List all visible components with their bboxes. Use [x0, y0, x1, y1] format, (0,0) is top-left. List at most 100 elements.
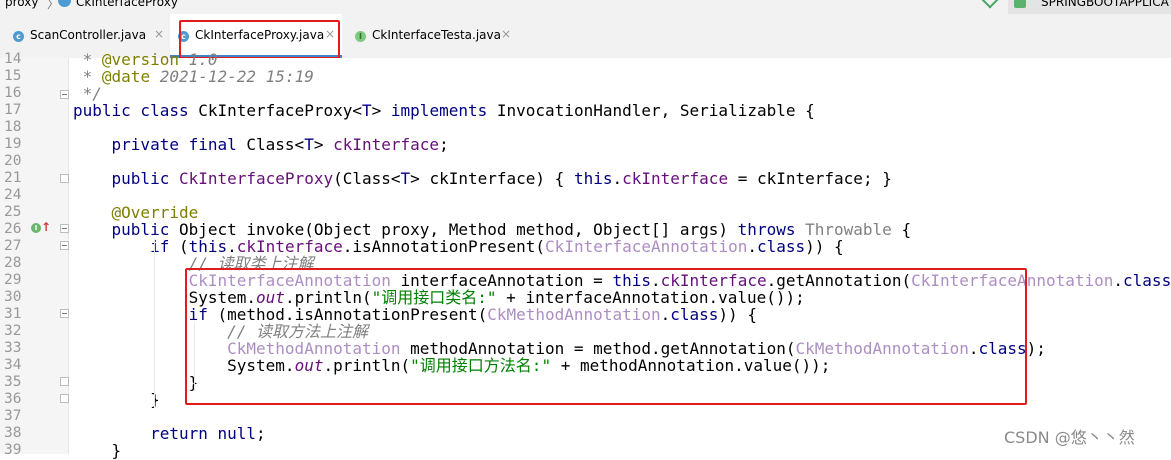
code-token: InvocationHandler, Serializable {: [496, 101, 815, 120]
code-token: )) {: [805, 237, 844, 256]
code-line[interactable]: }: [73, 391, 160, 408]
line-number: 37: [4, 408, 22, 424]
code-token: T: [362, 101, 372, 120]
fold-marker-icon[interactable]: [60, 394, 69, 403]
code-token: .: [747, 237, 757, 256]
code-token: > ckInterface) {: [410, 169, 574, 188]
code-token: }: [73, 441, 122, 460]
run-configuration-selector[interactable]: SPRINGBOOTAPPLICA: [1008, 0, 1171, 14]
code-token: = ckInterface; }: [728, 169, 892, 188]
code-token: T: [400, 169, 411, 188]
line-number: 28: [4, 255, 22, 271]
code-token: }: [73, 390, 160, 409]
line-number: 27: [4, 238, 22, 254]
code-token: public class: [73, 101, 199, 120]
code-token: public: [111, 169, 179, 188]
implements-marker-icon[interactable]: I: [31, 223, 41, 233]
line-number: 19: [4, 136, 22, 152]
line-number: 20: [4, 153, 22, 169]
code-token: CkInterfaceProxy: [178, 169, 334, 188]
code-line[interactable]: public class CkInterfaceProxy<T> impleme…: [73, 102, 815, 119]
line-number: 29: [4, 272, 22, 288]
watermark: CSDN @悠丶丶然: [1004, 428, 1135, 447]
tab-label: CkInterfaceTesta.java: [372, 28, 501, 42]
line-number: 21: [4, 170, 22, 186]
code-token: @date: [101, 67, 151, 86]
line-number: 15: [4, 68, 22, 84]
code-token: >: [371, 101, 391, 120]
line-number: 31: [4, 306, 22, 322]
code-line[interactable]: @Override: [73, 204, 199, 221]
tab-label: ScanController.java: [30, 28, 147, 42]
fold-marker-icon[interactable]: [60, 309, 69, 318]
code-line[interactable]: return null;: [73, 425, 266, 442]
code-token: class: [756, 237, 806, 256]
line-number: 34: [4, 357, 22, 373]
code-line[interactable]: * @date 2021-12-22 15:19: [73, 68, 314, 85]
code-line[interactable]: }: [73, 441, 122, 460]
code-token: );: [1026, 339, 1046, 358]
fold-marker-icon[interactable]: [60, 90, 69, 99]
code-token: .isAnnotationPresent(: [342, 237, 546, 256]
line-number: 33: [4, 340, 22, 356]
close-icon[interactable]: ×: [501, 27, 511, 41]
code-token: return null: [150, 424, 257, 443]
fold-marker-icon[interactable]: [60, 224, 69, 233]
git-update-icon[interactable]: [981, 0, 999, 9]
line-number: 18: [4, 119, 22, 135]
code-token: implements: [390, 101, 497, 120]
line-number: 26: [4, 221, 22, 237]
spring-boot-icon: [1014, 0, 1026, 8]
breadcrumb-package[interactable]: proxy: [5, 0, 38, 9]
override-arrow-icon[interactable]: ↑: [41, 220, 51, 234]
line-number: 25: [4, 204, 22, 220]
code-token: ckInterface: [622, 169, 729, 188]
code-token: {: [891, 220, 912, 239]
code-token: T: [304, 135, 314, 154]
code-highlight-box: [185, 268, 1027, 405]
code-token: >: [313, 135, 334, 154]
code-line[interactable]: if (this.ckInterface.isAnnotationPresent…: [73, 238, 844, 255]
code-line[interactable]: */: [73, 85, 102, 102]
code-token: .: [612, 169, 623, 188]
code-token: ckInterface: [333, 135, 440, 154]
indent-guide: [154, 238, 155, 408]
code-token: private final: [111, 135, 247, 154]
interface-icon: I: [355, 31, 366, 42]
code-token: CkInterfaceAnnotation: [545, 237, 748, 256]
line-number: 16: [4, 85, 22, 101]
line-number: 14: [4, 51, 22, 67]
line-number: 36: [4, 391, 22, 407]
close-icon[interactable]: ×: [154, 27, 164, 41]
line-number: 32: [4, 323, 22, 339]
code-token: Class<: [246, 135, 305, 154]
code-line[interactable]: }: [73, 374, 199, 391]
line-number: 35: [4, 374, 22, 390]
fold-marker-icon[interactable]: [60, 241, 69, 250]
fold-marker-icon[interactable]: [60, 377, 69, 386]
code-token: ;: [439, 135, 449, 154]
line-number: 17: [4, 102, 22, 118]
line-number: 30: [4, 289, 22, 305]
line-number: 24: [4, 187, 22, 203]
class-icon: [58, 0, 71, 7]
class-icon: c: [13, 31, 24, 42]
breadcrumb-class[interactable]: CkInterfaceProxy: [76, 0, 178, 9]
navigation-bar: proxy 〉 CkInterfaceProxy SPRINGBOOTAPPLI…: [0, 0, 1171, 14]
code-token: (Class<: [333, 169, 401, 188]
fold-marker-icon[interactable]: [60, 174, 69, 183]
code-token: .: [1113, 271, 1124, 290]
code-line[interactable]: public Object invoke(Object proxy, Metho…: [73, 220, 912, 239]
code-token: CkInterfaceProxy<: [198, 101, 362, 120]
code-line[interactable]: private final Class<T> ckInterface;: [73, 136, 449, 153]
code-token: this: [573, 169, 613, 188]
code-line[interactable]: public CkInterfaceProxy(Class<T> ckInter…: [73, 170, 892, 187]
code-token: class: [1123, 271, 1171, 290]
code-line[interactable]: * @version 1.0: [73, 51, 218, 68]
code-token: ;: [256, 424, 266, 443]
tab-ck-interface-testa[interactable]: I CkInterfaceTesta.java ×: [342, 14, 522, 58]
line-number: 38: [4, 425, 22, 441]
run-configuration-label: SPRINGBOOTAPPLICA: [1041, 0, 1169, 9]
